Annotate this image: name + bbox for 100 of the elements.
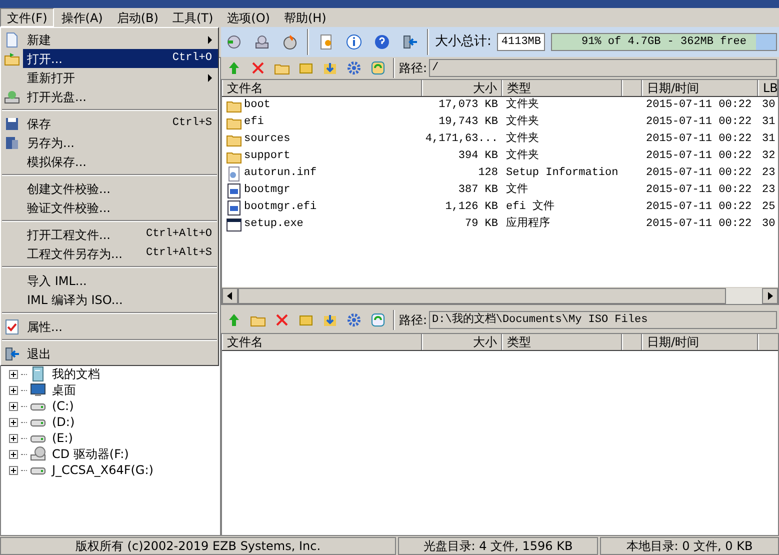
menu-item[interactable]: 模拟保存... <box>23 152 218 171</box>
size-total-field: 4113MB <box>497 33 545 51</box>
column-header[interactable]: 大小 <box>422 334 502 350</box>
table-cell: 30 <box>762 99 776 112</box>
tree-item[interactable]: J_CCSA_X64F(G:) <box>52 461 154 479</box>
tree-item[interactable]: (D:) <box>52 413 75 431</box>
file-type: 应用程序 <box>506 218 550 230</box>
file-name[interactable]: bootmgr.efi <box>244 199 317 216</box>
horizontal-scrollbar[interactable] <box>222 287 778 304</box>
status-bar-section: 本地目录: 0 文件, 0 KB <box>600 537 779 555</box>
expand-icon[interactable] <box>9 418 18 426</box>
column-header[interactable] <box>622 334 642 350</box>
expand-icon[interactable] <box>9 466 18 474</box>
column-header[interactable]: 日期/时间 <box>642 334 758 350</box>
scrollbar-thumb[interactable] <box>238 288 726 304</box>
file-name[interactable]: sources <box>244 131 290 148</box>
column-header[interactable]: 日期/时间 <box>642 80 758 96</box>
expand-icon[interactable] <box>9 386 18 394</box>
file-name[interactable]: autorun.inf <box>244 165 317 182</box>
file-name[interactable]: setup.exe <box>244 216 304 233</box>
menu-item[interactable]: 退出 <box>23 344 218 363</box>
menu-item[interactable]: 属性... <box>23 317 218 336</box>
file-type: 文件夹 <box>506 99 539 112</box>
tree-item[interactable]: 桌面 <box>52 381 76 399</box>
expand-icon[interactable] <box>9 402 18 410</box>
tree-item[interactable]: (E:) <box>52 429 73 447</box>
file-name[interactable]: bootmgr <box>244 182 290 199</box>
file-type: 文件夹 <box>506 150 539 162</box>
checklist-icon <box>4 318 20 334</box>
file-date: 2015-07-11 00:22 <box>646 201 752 214</box>
menu-item[interactable]: 操作(A) <box>54 8 110 27</box>
table-cell: 23 <box>762 167 776 180</box>
file-type: efi 文件 <box>506 201 554 214</box>
expand-icon[interactable] <box>9 434 18 442</box>
column-header[interactable]: 文件名 <box>222 80 422 96</box>
file-size: 387 KB <box>458 184 498 196</box>
menu-item[interactable]: 文件(F) <box>0 8 54 27</box>
menu-item[interactable]: 工具(T) <box>165 8 220 27</box>
file-date: 2015-07-11 00:22 <box>646 150 752 162</box>
menu-item[interactable]: 工程文件另存为... Ctrl+Alt+S <box>23 244 218 263</box>
window-document-icon <box>226 200 242 216</box>
path-field[interactable]: / <box>429 59 777 77</box>
menu-item[interactable]: IML 编译为 ISO... <box>23 290 218 309</box>
file-date: 2015-07-11 00:22 <box>646 218 752 230</box>
gear-document-icon <box>226 166 242 182</box>
column-header[interactable] <box>622 80 642 96</box>
file-size: 79 KB <box>464 218 498 230</box>
size-total-label: 大小总计: <box>435 33 492 52</box>
file-size: 4,171,63... <box>425 133 498 146</box>
column-header[interactable]: 类型 <box>502 80 622 96</box>
file-size: 128 <box>478 167 498 180</box>
capacity-text: 91% of 4.7GB - 362MB free <box>580 35 748 50</box>
path-field[interactable]: D:\我的文档\Documents\My ISO Files <box>429 311 777 329</box>
file-date: 2015-07-11 00:22 <box>646 184 752 196</box>
tree-item[interactable]: CD 驱动器(F:) <box>52 445 129 463</box>
file-size: 19,743 KB <box>438 116 498 128</box>
monitor-icon <box>30 382 46 398</box>
exit-icon <box>4 346 20 362</box>
menu-item[interactable]: 打开光盘... <box>23 87 218 106</box>
menu-item[interactable]: 导入 IML... <box>23 271 218 290</box>
menu-item[interactable]: 打开... Ctrl+O <box>23 49 218 68</box>
menu-item[interactable]: 重新打开 <box>23 68 218 87</box>
column-header[interactable]: 大小 <box>422 80 502 96</box>
save-icon <box>4 116 20 132</box>
menu-item[interactable]: 验证文件校验... <box>23 198 218 217</box>
tree-item[interactable]: 我的文档 <box>52 365 100 383</box>
menu-item[interactable]: 启动(B) <box>110 8 166 27</box>
column-header[interactable]: LB <box>758 80 778 96</box>
file-type: 文件 <box>506 184 528 196</box>
menu-item[interactable]: 另存为... <box>23 133 218 152</box>
table-cell: 30 <box>762 218 776 230</box>
table-cell: 31 <box>762 133 776 146</box>
menu-item[interactable]: 新建 <box>23 30 218 49</box>
menu-item[interactable]: 选项(O) <box>220 8 277 27</box>
menu-item[interactable]: 保存 Ctrl+S <box>23 114 218 133</box>
file-name[interactable]: support <box>244 148 290 165</box>
column-header[interactable]: 类型 <box>502 334 622 350</box>
file-name[interactable]: efi <box>244 114 264 131</box>
menu-item[interactable]: 创建文件校验... <box>23 179 218 198</box>
menu-item[interactable]: 帮助(H) <box>276 8 334 27</box>
cd-drive-icon <box>4 88 20 104</box>
expand-icon[interactable] <box>9 370 18 378</box>
tree-item[interactable]: (C:) <box>52 397 74 415</box>
program-window-icon <box>226 216 242 232</box>
file-size: 17,073 KB <box>438 99 498 112</box>
file-date: 2015-07-11 00:22 <box>646 133 752 146</box>
window-document-icon <box>226 182 242 198</box>
expand-icon[interactable] <box>9 450 18 458</box>
file-size: 1,126 KB <box>445 201 498 214</box>
menu-item[interactable]: 打开工程文件... Ctrl+Alt+O <box>23 225 218 244</box>
file-type: 文件夹 <box>506 133 539 146</box>
file-name[interactable]: boot <box>244 97 270 114</box>
file-type: Setup Information <box>506 167 618 180</box>
file-date: 2015-07-11 00:22 <box>646 116 752 128</box>
file-type: 文件夹 <box>506 116 539 128</box>
table-cell: 31 <box>762 116 776 128</box>
blank-page-icon <box>4 32 20 48</box>
save-as-icon <box>4 134 20 150</box>
column-header[interactable]: 文件名 <box>222 334 422 350</box>
table-cell: 25 <box>762 201 776 214</box>
